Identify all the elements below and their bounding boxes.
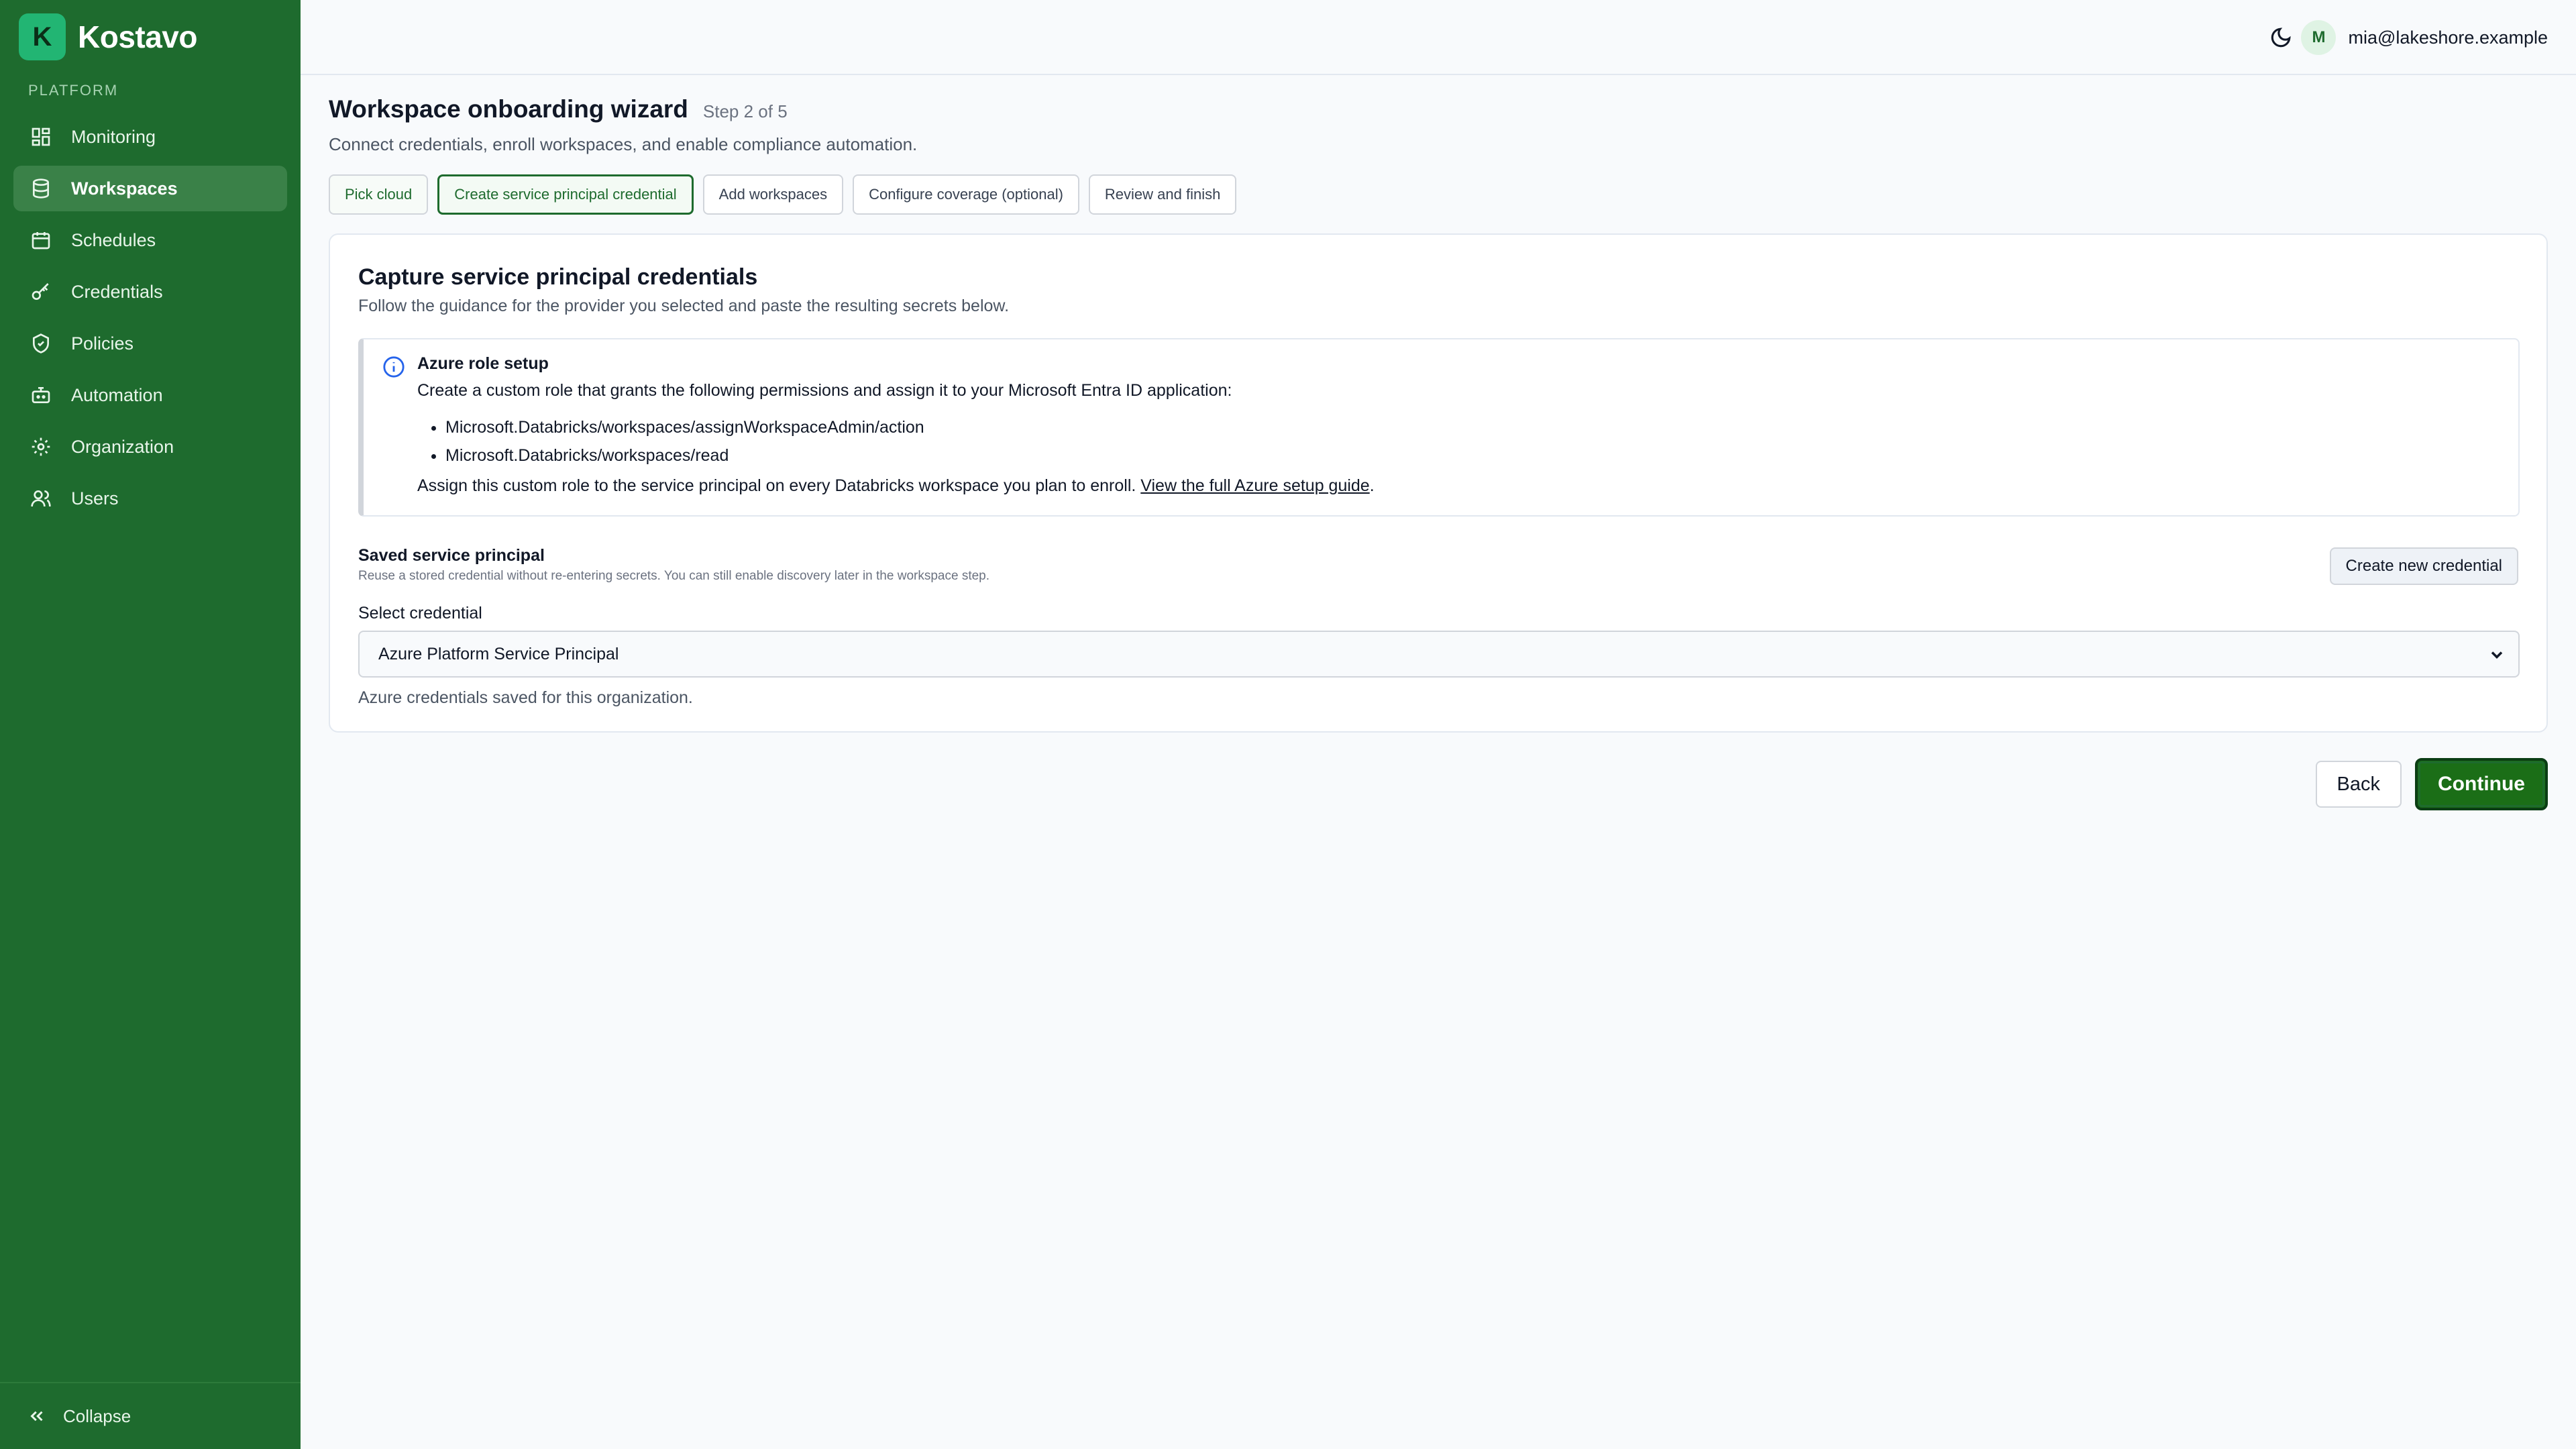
saved-principal-title: Saved service principal: [358, 546, 545, 565]
sidebar-nav: Monitoring Workspaces Schedules Credenti…: [13, 114, 287, 527]
sidebar-item-label: Workspaces: [71, 178, 178, 199]
credential-select[interactable]: Azure Platform Service Principal: [358, 631, 2520, 678]
page-header: Workspace onboarding wizard Step 2 of 5: [329, 95, 788, 123]
credential-select-help: Azure credentials saved for this organiz…: [358, 688, 693, 707]
info-text: Create a custom role that grants the fol…: [417, 381, 1232, 400]
step-tab-configure-coverage[interactable]: Configure coverage (optional): [853, 174, 1079, 215]
avatar: M: [2301, 20, 2337, 55]
step-tab-pick-cloud[interactable]: Pick cloud: [329, 174, 429, 215]
collapse-button[interactable]: Collapse: [0, 1382, 301, 1449]
info-footer-end: .: [1369, 476, 1375, 495]
info-footer-text: Assign this custom role to the service p…: [417, 476, 1141, 495]
step-tab-add-workspaces[interactable]: Add workspaces: [702, 174, 844, 215]
topbar: M mia@lakeshore.example: [301, 0, 2576, 75]
continue-button[interactable]: Continue: [2415, 758, 2548, 810]
sidebar: K Kostavo PLATFORM Monitoring Workspaces…: [0, 0, 301, 1449]
sidebar-item-label: Credentials: [71, 281, 163, 302]
sidebar-item-workspaces[interactable]: Workspaces: [13, 166, 287, 211]
users-icon: [30, 487, 52, 510]
sidebar-item-credentials[interactable]: Credentials: [13, 269, 287, 315]
create-new-credential-button[interactable]: Create new credential: [2329, 547, 2518, 585]
sidebar-item-organization[interactable]: Organization: [13, 424, 287, 470]
chevron-down-icon: [2487, 645, 2506, 664]
permission-item: Microsoft.Databricks/workspaces/read: [445, 441, 924, 470]
credentials-card: Capture service principal credentials Fo…: [329, 233, 2548, 733]
back-button[interactable]: Back: [2315, 761, 2402, 808]
dashboard-icon: [30, 125, 52, 148]
sidebar-item-label: Schedules: [71, 229, 156, 250]
info-footer: Assign this custom role to the service p…: [417, 476, 1375, 496]
select-credential-label: Select credential: [358, 604, 482, 623]
step-indicator: Step 2 of 5: [702, 101, 788, 121]
info-icon: [382, 356, 405, 378]
info-title: Azure role setup: [417, 354, 549, 373]
sidebar-item-policies[interactable]: Policies: [13, 321, 287, 366]
azure-setup-guide-link[interactable]: View the full Azure setup guide: [1140, 476, 1369, 495]
user-email: mia@lakeshore.example: [2348, 27, 2548, 48]
sidebar-item-label: Policies: [71, 333, 134, 354]
step-tab-create-credential[interactable]: Create service principal credential: [437, 174, 694, 215]
step-tab-review-finish[interactable]: Review and finish: [1088, 174, 1237, 215]
credential-select-value: Azure Platform Service Principal: [378, 644, 619, 663]
sidebar-section-label: PLATFORM: [28, 82, 119, 99]
chevrons-left-icon: [30, 1411, 43, 1421]
gear-icon: [30, 435, 52, 458]
card-subtitle: Follow the guidance for the provider you…: [358, 297, 1010, 315]
sidebar-item-monitoring[interactable]: Monitoring: [13, 114, 287, 160]
page-title: Workspace onboarding wizard: [329, 95, 688, 123]
wizard-steps: Pick cloud Create service principal cred…: [329, 174, 1246, 215]
page-subtitle: Connect credentials, enroll workspaces, …: [329, 134, 918, 154]
database-icon: [30, 177, 52, 200]
sidebar-item-automation[interactable]: Automation: [13, 372, 287, 418]
sidebar-item-label: Automation: [71, 384, 163, 405]
sidebar-item-schedules[interactable]: Schedules: [13, 217, 287, 263]
permission-list: Microsoft.Databricks/workspaces/assignWo…: [445, 413, 924, 470]
saved-principal-subtitle: Reuse a stored credential without re-ent…: [358, 569, 990, 583]
calendar-icon: [30, 229, 52, 252]
shield-icon: [30, 332, 52, 355]
brand[interactable]: K Kostavo: [19, 13, 197, 60]
brand-name: Kostavo: [78, 19, 197, 54]
sidebar-item-label: Users: [71, 488, 119, 508]
wizard-actions: Back Continue: [2315, 758, 2548, 810]
theme-toggle-button[interactable]: [2267, 24, 2294, 51]
permission-item: Microsoft.Databricks/workspaces/assignWo…: [445, 413, 924, 441]
brand-logo-letter: K: [32, 21, 52, 52]
user-menu[interactable]: M mia@lakeshore.example: [2301, 20, 2548, 55]
sidebar-item-label: Organization: [71, 436, 174, 457]
azure-role-info: Azure role setup Create a custom role th…: [358, 338, 2520, 517]
card-title: Capture service principal credentials: [358, 264, 758, 290]
sidebar-item-label: Monitoring: [71, 126, 156, 147]
key-icon: [30, 280, 52, 303]
bot-icon: [30, 384, 52, 407]
sidebar-item-users[interactable]: Users: [13, 476, 287, 521]
collapse-label: Collapse: [63, 1405, 131, 1426]
brand-logo-icon: K: [19, 13, 66, 60]
moon-icon: [2271, 28, 2291, 48]
